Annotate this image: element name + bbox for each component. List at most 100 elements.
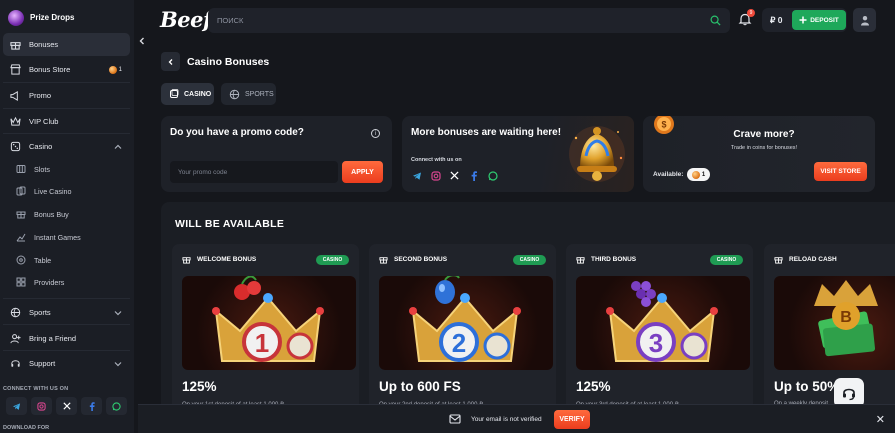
visit-store-button[interactable]: VISIT STORE xyxy=(814,162,867,181)
sidebar-item-bring-a-friend[interactable]: Bring a Friend xyxy=(3,327,130,350)
sidebar-item-label: VIP Club xyxy=(29,117,59,126)
casino-tag: CASINO xyxy=(316,255,349,265)
whatsapp-icon[interactable] xyxy=(106,397,127,415)
store-icon xyxy=(9,64,21,76)
sidebar-item-label: Bonuses xyxy=(29,40,59,49)
bonus-amount: Up to 50% xyxy=(774,379,840,394)
divider xyxy=(3,298,130,299)
ball-icon xyxy=(229,89,240,100)
search-icon[interactable] xyxy=(710,15,721,26)
prize-drops[interactable]: Prize Drops xyxy=(0,0,134,35)
sidebar-sub-providers[interactable]: Providers xyxy=(16,272,130,292)
sidebar-sub-label: Providers xyxy=(34,277,65,287)
bonus-card-header: WELCOME BONUS xyxy=(182,255,256,264)
bonus-card-header: THIRD BONUS xyxy=(576,255,636,264)
download-label: DOWNLOAD FOR xyxy=(3,425,50,431)
svg-text:B: B xyxy=(840,309,852,326)
sidebar-item-bonus-store[interactable]: Bonus Store 1 xyxy=(3,58,130,81)
divider xyxy=(3,108,130,109)
verify-message: Your email is not verified xyxy=(471,416,542,423)
sidebar-item-support[interactable]: Support xyxy=(3,352,130,375)
tab-casino[interactable]: CASINO xyxy=(161,83,214,105)
bonus-amount: 125% xyxy=(576,379,611,394)
sidebar-sub-instant-games[interactable]: Instant Games xyxy=(16,227,130,247)
more-bonuses-title: More bonuses are waiting here! xyxy=(411,127,562,138)
chevron-down-icon xyxy=(114,360,122,368)
collapse-sidebar-button[interactable] xyxy=(137,36,147,46)
sidebar-sub-table[interactable]: Table xyxy=(16,250,130,270)
slot-machine-icon xyxy=(16,164,26,174)
social-links xyxy=(3,397,130,415)
divider xyxy=(3,133,130,134)
sidebar-item-bonuses[interactable]: Bonuses xyxy=(3,33,130,56)
facebook-icon[interactable] xyxy=(468,170,479,181)
tab-sports[interactable]: SPORTS xyxy=(221,83,276,105)
casino-tag: CASINO xyxy=(710,255,743,265)
svg-text:2: 2 xyxy=(452,328,466,358)
sidebar-item-promo[interactable]: Promo xyxy=(3,84,130,107)
sidebar-item-label: Bonus Store xyxy=(29,65,71,74)
plus-icon xyxy=(799,16,807,24)
cash-illustration-icon: B xyxy=(814,280,878,357)
ball-icon xyxy=(9,307,21,319)
promo-code-input[interactable]: Your promo code xyxy=(170,161,338,183)
telegram-icon[interactable] xyxy=(411,170,422,181)
connect-label: CONNECT WITH US ON xyxy=(3,386,69,392)
verify-button[interactable]: VERIFY xyxy=(554,410,590,429)
dice-icon xyxy=(9,141,21,153)
user-icon xyxy=(860,15,870,26)
bonus-image: B xyxy=(774,276,895,370)
sidebar-sub-label: Live Casino xyxy=(34,186,72,196)
sidebar: Prize Drops Bonuses Bonus Store 1 Promo … xyxy=(0,0,134,433)
logo[interactable]: Beef xyxy=(160,7,212,32)
bonus-card-header: SECOND BONUS xyxy=(379,255,447,264)
svg-text:1: 1 xyxy=(255,328,269,358)
sidebar-sub-slots[interactable]: Slots xyxy=(16,159,130,179)
bonus-image: 3 xyxy=(576,276,750,370)
svg-text:$: $ xyxy=(661,120,666,130)
bonus-image: 2 xyxy=(379,276,553,370)
apply-button[interactable]: APPLY xyxy=(342,161,383,183)
sidebar-sub-bonus-buy[interactable]: Bonus Buy xyxy=(16,204,130,224)
deposit-button[interactable]: DEPOSIT xyxy=(792,10,846,30)
facebook-icon[interactable] xyxy=(81,397,102,415)
info-icon[interactable]: i xyxy=(371,129,380,138)
gift-icon xyxy=(182,255,191,264)
sidebar-sub-live-casino[interactable]: Live Casino xyxy=(16,181,130,201)
sidebar-item-label: Sports xyxy=(29,308,51,317)
headset-icon xyxy=(841,385,857,401)
search-input[interactable]: ПОИСК xyxy=(208,8,730,33)
bonus-image: 1 xyxy=(182,276,356,370)
divider xyxy=(3,350,130,351)
notifications-button[interactable]: 9 xyxy=(738,9,755,26)
instagram-icon[interactable] xyxy=(430,170,441,181)
instagram-icon[interactable] xyxy=(31,397,52,415)
sidebar-item-casino[interactable]: Casino xyxy=(3,135,130,158)
back-button[interactable] xyxy=(161,52,180,71)
sidebar-item-label: Support xyxy=(29,359,56,368)
prize-drops-icon xyxy=(8,9,24,26)
crown-plum-illustration-icon: 2 xyxy=(409,276,521,362)
coin-icon xyxy=(108,65,117,74)
available-label: Available: xyxy=(653,171,684,178)
crave-subtitle: Trade in coins for bonuses! xyxy=(730,145,798,151)
close-icon[interactable]: ✕ xyxy=(876,413,885,426)
whatsapp-icon[interactable] xyxy=(487,170,498,181)
gift-icon xyxy=(16,209,26,219)
email-verify-bar: Your email is not verified VERIFY ✕ xyxy=(138,404,895,433)
roulette-icon xyxy=(16,255,26,265)
social-links xyxy=(411,170,498,181)
sidebar-item-label: Promo xyxy=(29,91,52,100)
telegram-icon[interactable] xyxy=(6,397,27,415)
x-icon[interactable] xyxy=(56,397,77,415)
user-menu-button[interactable] xyxy=(853,8,876,32)
sidebar-item-sports[interactable]: Sports xyxy=(3,301,130,324)
balance: ₽ 0 xyxy=(770,15,783,25)
prize-drops-label: Prize Drops xyxy=(30,13,75,22)
sidebar-item-label: Bring a Friend xyxy=(29,334,77,343)
headset-icon xyxy=(9,358,21,370)
coins-illustration-icon: $ xyxy=(654,116,674,134)
chevron-down-icon xyxy=(114,309,122,317)
x-icon[interactable] xyxy=(449,170,460,181)
sidebar-item-vip-club[interactable]: VIP Club xyxy=(3,110,130,133)
